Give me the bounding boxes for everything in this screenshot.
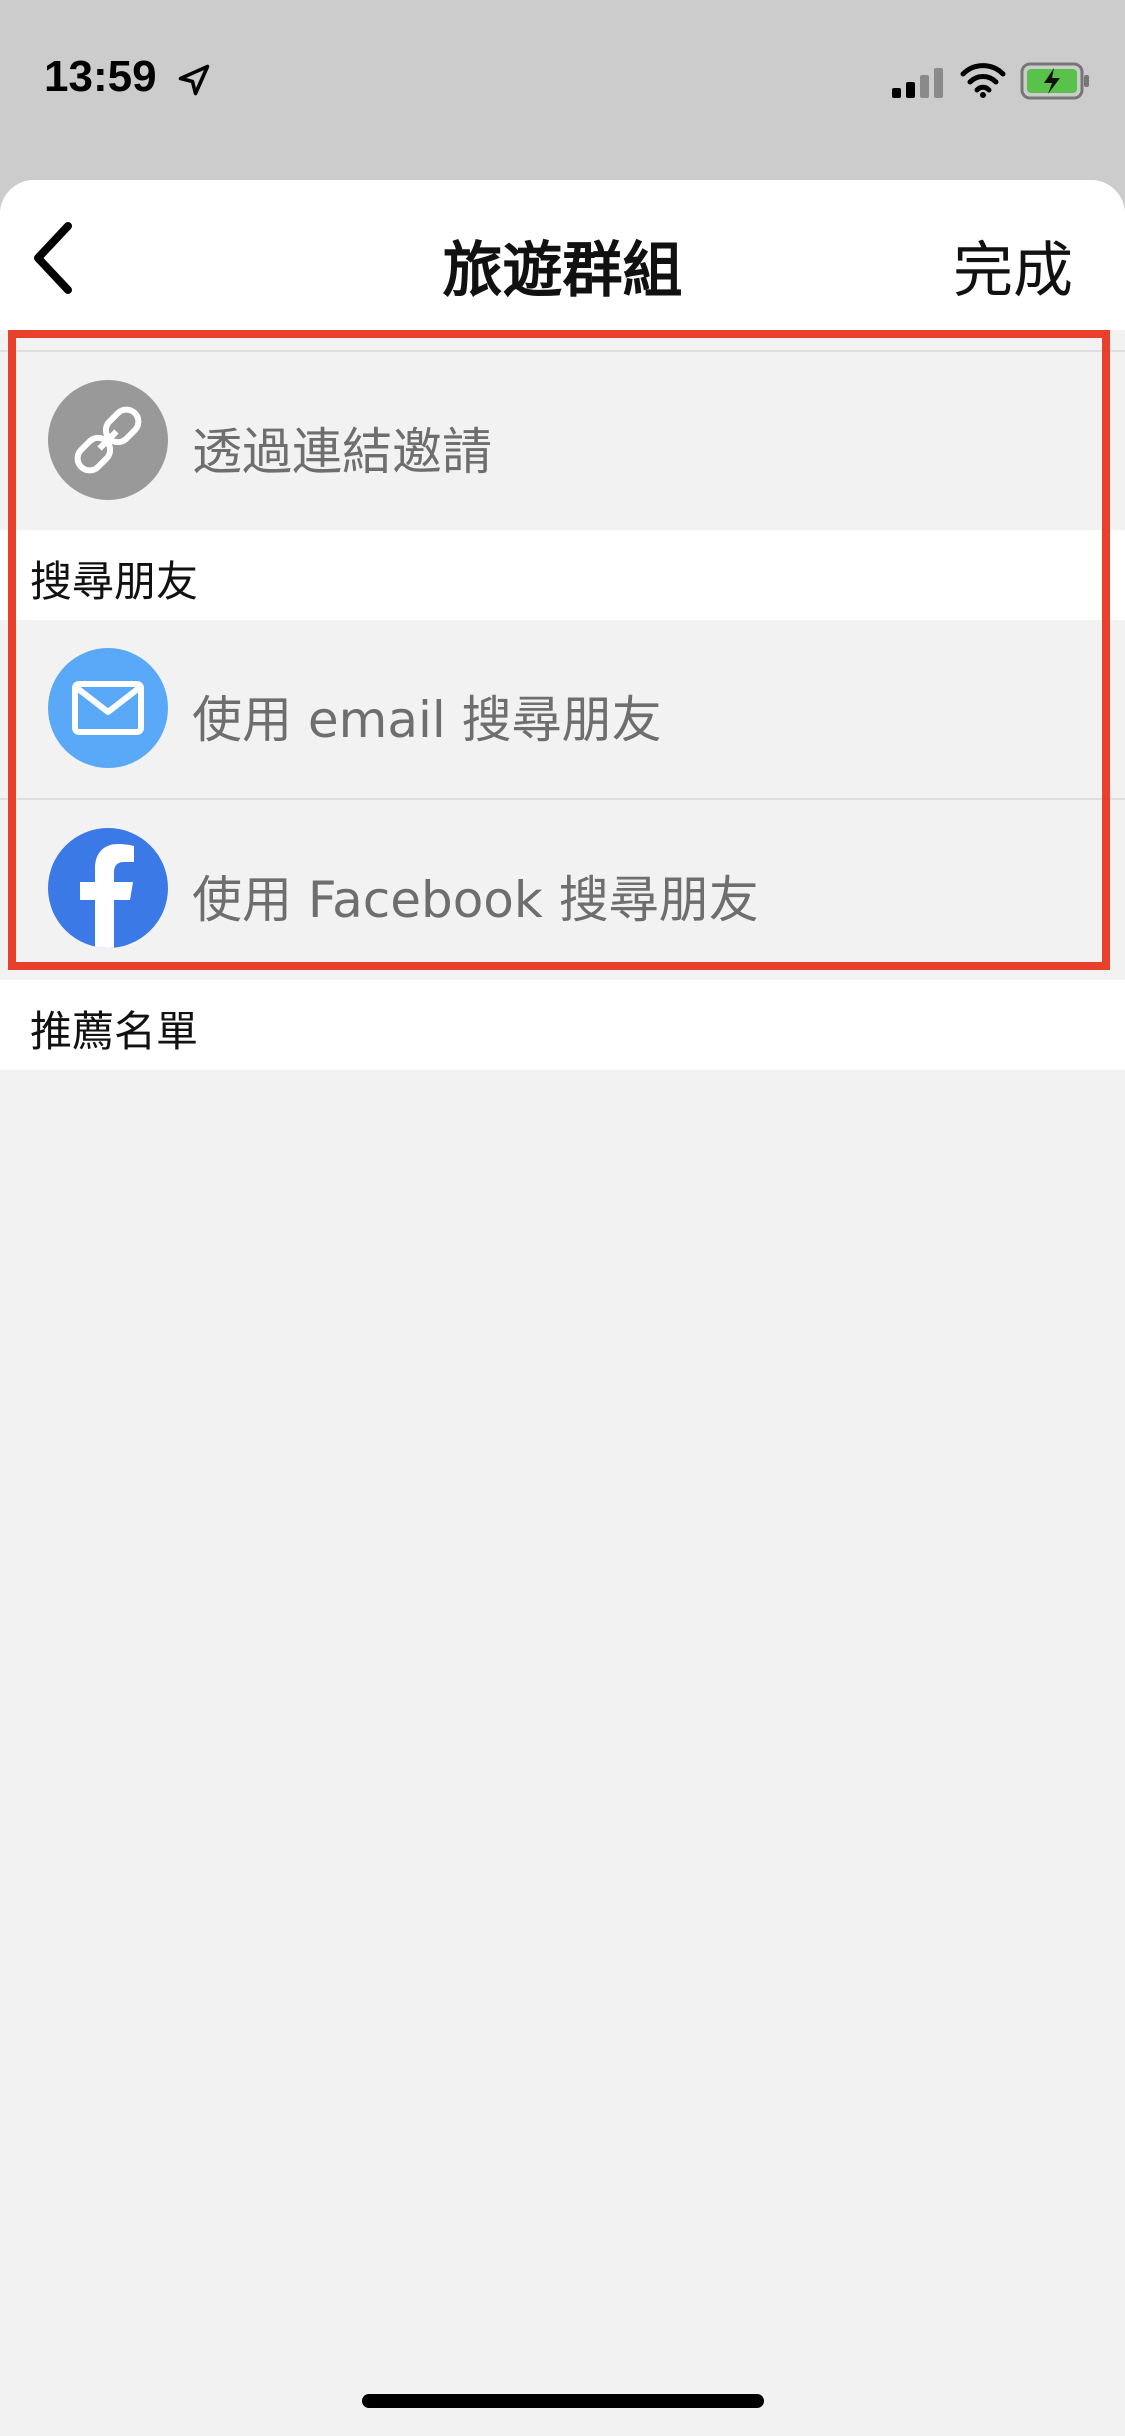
home-indicator bbox=[362, 2394, 764, 2408]
invite-sheet: 旅遊群組 完成 透過連結邀請 搜尋朋友 使用 email 搜尋朋友 使用 Fac… bbox=[0, 180, 1125, 2436]
nav-bar: 旅遊群組 完成 bbox=[0, 180, 1125, 330]
wifi-icon bbox=[960, 63, 1006, 98]
status-bar: 13:59 bbox=[0, 0, 1125, 180]
highlight-box bbox=[8, 330, 1110, 970]
location-arrow-icon bbox=[178, 64, 210, 96]
battery-charging-icon bbox=[1020, 62, 1089, 100]
status-time: 13:59 bbox=[44, 52, 157, 101]
done-button[interactable]: 完成 bbox=[953, 222, 1073, 309]
cellular-signal-icon bbox=[892, 68, 943, 98]
recommended-header: 推薦名單 bbox=[0, 980, 1125, 1070]
recommended-title: 推薦名單 bbox=[30, 1007, 199, 1056]
